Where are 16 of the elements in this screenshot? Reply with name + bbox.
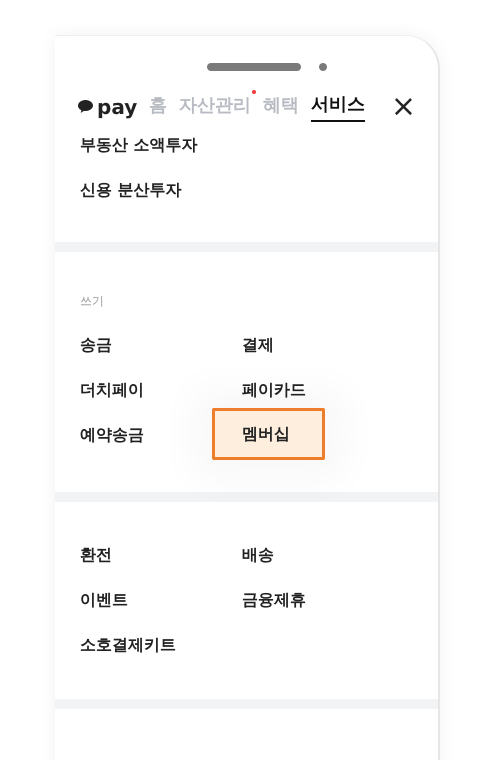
menu-item[interactable]: 송금 <box>80 322 242 367</box>
menu-item[interactable]: 신용 분산투자 <box>80 167 182 212</box>
camera-dot <box>318 63 326 71</box>
menu-item[interactable]: 결제 <box>242 322 413 367</box>
nav-tab[interactable]: 서비스 <box>311 91 366 122</box>
menu-item[interactable]: 환전 <box>80 532 242 577</box>
section-heading: 쓰기 <box>80 293 105 310</box>
menu-item[interactable]: 소호결제키트 <box>80 622 242 667</box>
speech-bubble-icon <box>77 99 94 114</box>
menu-item[interactable]: 금융제휴 <box>242 577 413 622</box>
menu-item[interactable]: 부동산 소액투자 <box>80 122 198 167</box>
menu-item[interactable]: 멤버십 <box>212 408 325 460</box>
close-button[interactable]: × <box>390 92 416 122</box>
menu-item[interactable]: 이벤트 <box>80 577 242 622</box>
pay-logo: pay <box>97 94 138 120</box>
menu-item[interactable]: 배송 <box>242 532 413 577</box>
